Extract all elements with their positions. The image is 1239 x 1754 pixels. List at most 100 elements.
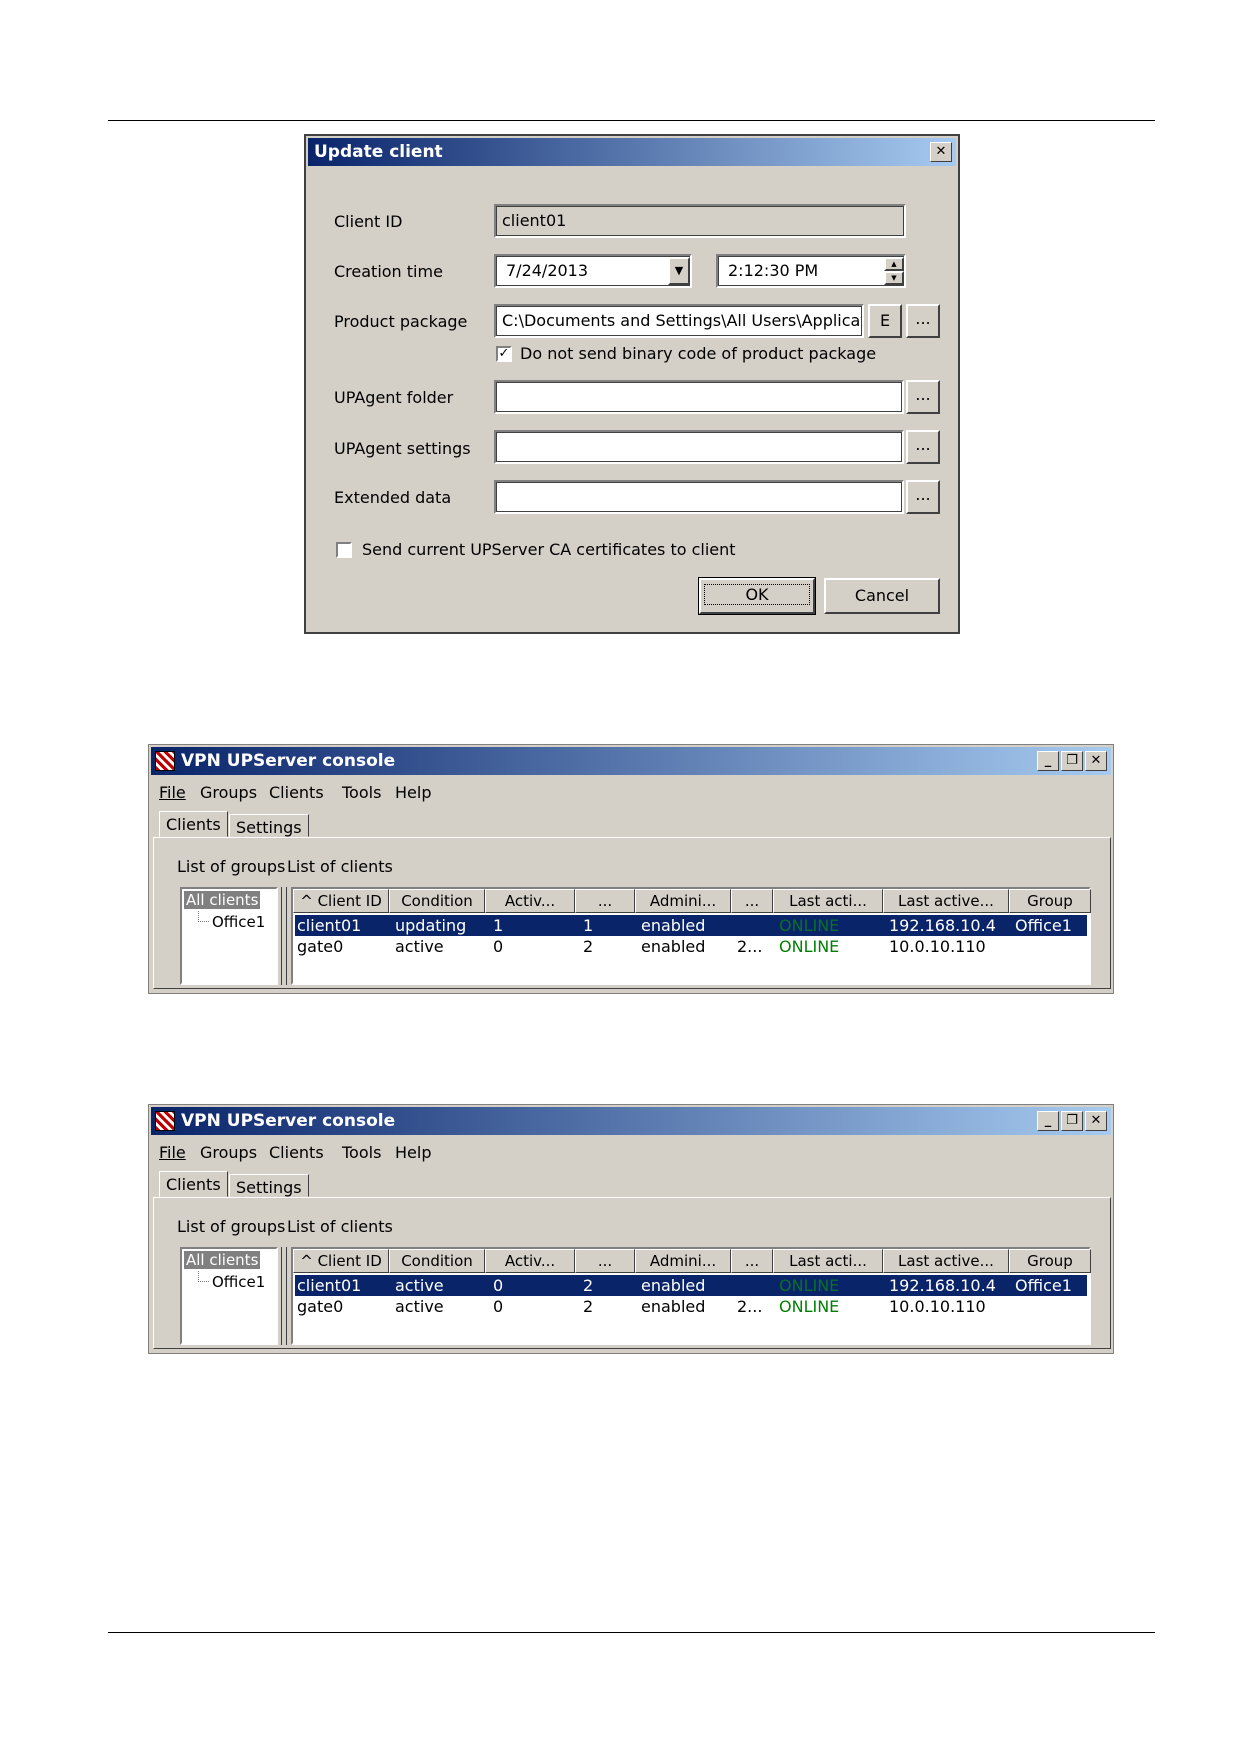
cell-dots-1: 1 xyxy=(583,916,594,935)
client-id-label: Client ID xyxy=(334,212,403,231)
date-picker[interactable]: 7/24/2013 xyxy=(494,254,692,288)
update-client-dialog: Update client ✕ Client ID client01 Creat… xyxy=(304,134,960,634)
close-icon[interactable]: ✕ xyxy=(930,142,952,162)
tree-connector xyxy=(198,1271,209,1282)
menu-groups[interactable]: Groups xyxy=(200,783,257,802)
menu-tools[interactable]: Tools xyxy=(342,1143,381,1162)
console-title-bar: VPN UPServer console _ ❐ ✕ xyxy=(151,747,1111,775)
time-field[interactable]: 2:12:30 PM xyxy=(716,254,906,288)
app-icon xyxy=(155,1111,175,1131)
col-active[interactable]: Activ... xyxy=(485,889,575,913)
no-binary-label: Do not send binary code of product packa… xyxy=(520,344,877,363)
col-active[interactable]: Activ... xyxy=(485,1249,575,1273)
browse-package-button[interactable]: ... xyxy=(906,304,940,338)
clients-grid: ^ Client ID Condition Activ... ... Admin… xyxy=(291,887,1091,985)
close-icon[interactable]: ✕ xyxy=(1085,1111,1107,1131)
close-icon[interactable]: ✕ xyxy=(1085,751,1107,771)
date-dropdown-button[interactable]: ▼ xyxy=(668,257,690,285)
col-group[interactable]: Group xyxy=(1009,1249,1091,1273)
extended-data-field[interactable] xyxy=(494,480,904,514)
menu-help[interactable]: Help xyxy=(395,783,431,802)
spin-up-icon: ▲ xyxy=(891,260,897,268)
menu-file[interactable]: File xyxy=(159,783,186,802)
menu-clients[interactable]: Clients xyxy=(269,783,324,802)
cell-client-id: gate0 xyxy=(297,937,344,956)
browse-upagent-folder-button[interactable]: ... xyxy=(906,380,940,414)
col-dots-1[interactable]: ... xyxy=(575,1249,635,1273)
tree-item-all-clients[interactable]: All clients xyxy=(184,891,261,909)
chevron-down-icon: ▼ xyxy=(674,264,684,277)
no-binary-checkbox[interactable]: ✓ xyxy=(496,346,512,362)
menu-tools[interactable]: Tools xyxy=(342,783,381,802)
send-ca-label: Send current UPServer CA certificates to… xyxy=(362,540,736,559)
tab-settings[interactable]: Settings xyxy=(229,814,309,837)
cancel-button[interactable]: Cancel xyxy=(824,578,940,614)
minimize-icon[interactable]: _ xyxy=(1037,751,1059,771)
tab-settings[interactable]: Settings xyxy=(229,1174,309,1197)
app-icon xyxy=(155,751,175,771)
col-last-activity[interactable]: Last acti... xyxy=(773,889,883,913)
col-dots-2[interactable]: ... xyxy=(731,1249,773,1273)
tab-clients[interactable]: Clients xyxy=(159,811,228,837)
menu-bar: File Groups Clients Tools Help xyxy=(159,1143,559,1165)
cell-condition: active xyxy=(395,937,444,956)
restore-icon[interactable]: ❐ xyxy=(1061,751,1083,771)
minimize-icon[interactable]: _ xyxy=(1037,1111,1059,1131)
col-last-active-address[interactable]: Last active... xyxy=(883,889,1009,913)
menu-file[interactable]: File xyxy=(159,1143,186,1162)
cell-last-activity: ONLINE xyxy=(779,937,840,956)
groups-tree[interactable]: All clients Office1 xyxy=(180,887,278,985)
tree-item-office1[interactable]: Office1 xyxy=(212,913,265,931)
client-id-field[interactable]: client01 xyxy=(494,204,906,238)
col-last-activity[interactable]: Last acti... xyxy=(773,1249,883,1273)
col-group[interactable]: Group xyxy=(1009,889,1091,913)
tree-item-all-clients[interactable]: All clients xyxy=(184,1251,261,1269)
col-administrative[interactable]: Admini... xyxy=(635,1249,731,1273)
cell-client-id: gate0 xyxy=(297,1297,344,1316)
cell-client-id: client01 xyxy=(297,1276,362,1295)
cell-administrative: enabled xyxy=(641,916,706,935)
upagent-folder-label: UPAgent folder xyxy=(334,388,454,407)
col-condition[interactable]: Condition xyxy=(389,889,485,913)
send-ca-checkbox[interactable] xyxy=(336,542,352,558)
list-of-clients-label: List of clients xyxy=(287,1217,393,1236)
cell-client-id: client01 xyxy=(297,916,362,935)
menu-groups[interactable]: Groups xyxy=(200,1143,257,1162)
menu-clients[interactable]: Clients xyxy=(269,1143,324,1162)
time-spin-up-button[interactable]: ▲ xyxy=(884,257,904,271)
cell-dots-1: 2 xyxy=(583,1297,594,1316)
edit-package-button[interactable]: E xyxy=(868,304,902,338)
splitter[interactable] xyxy=(281,1247,287,1345)
cell-condition: active xyxy=(395,1276,444,1295)
tree-item-office1[interactable]: Office1 xyxy=(212,1273,265,1291)
cell-last-activity: ONLINE xyxy=(779,1276,840,1295)
cell-administrative: enabled xyxy=(641,1276,706,1295)
cell-active: 0 xyxy=(493,937,504,956)
footer-rule xyxy=(108,1632,1155,1633)
upagent-settings-field[interactable] xyxy=(494,430,904,464)
tab-clients[interactable]: Clients xyxy=(159,1171,228,1197)
ok-button[interactable]: OK xyxy=(698,577,816,615)
col-last-active-address[interactable]: Last active... xyxy=(883,1249,1009,1273)
col-condition[interactable]: Condition xyxy=(389,1249,485,1273)
browse-upagent-settings-button[interactable]: ... xyxy=(906,430,940,464)
col-client-id[interactable]: ^ Client ID xyxy=(293,1249,389,1273)
product-package-field[interactable]: C:\Documents and Settings\All Users\Appl… xyxy=(494,304,864,338)
col-dots-2[interactable]: ... xyxy=(731,889,773,913)
col-client-id[interactable]: ^ Client ID xyxy=(293,889,389,913)
cell-last-activity: ONLINE xyxy=(779,916,840,935)
time-value: 2:12:30 PM xyxy=(728,261,819,280)
menu-help[interactable]: Help xyxy=(395,1143,431,1162)
groups-tree[interactable]: All clients Office1 xyxy=(180,1247,278,1345)
time-spin-down-button[interactable]: ▼ xyxy=(884,271,904,285)
upagent-folder-field[interactable] xyxy=(494,380,904,414)
col-dots-1[interactable]: ... xyxy=(575,889,635,913)
menu-bar: File Groups Clients Tools Help xyxy=(159,783,559,805)
cell-active: 0 xyxy=(493,1276,504,1295)
col-administrative[interactable]: Admini... xyxy=(635,889,731,913)
console-title-bar: VPN UPServer console _ ❐ ✕ xyxy=(151,1107,1111,1135)
browse-extended-data-button[interactable]: ... xyxy=(906,480,940,514)
splitter[interactable] xyxy=(281,887,287,985)
list-of-groups-label: List of groups xyxy=(177,1217,286,1236)
restore-icon[interactable]: ❐ xyxy=(1061,1111,1083,1131)
